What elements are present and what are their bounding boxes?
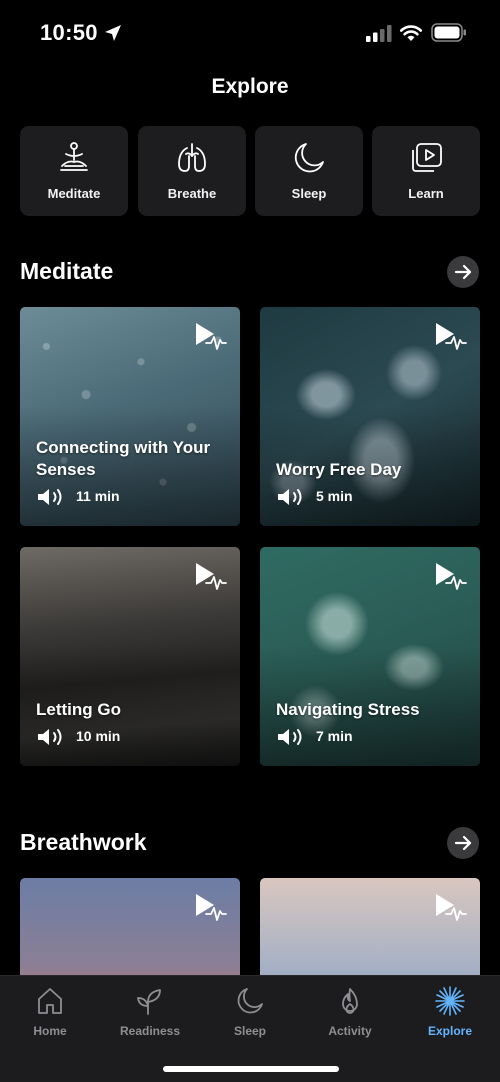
- speaker-icon: [38, 489, 62, 505]
- video-library-icon: [412, 143, 442, 172]
- sparkle-icon: [435, 986, 465, 1016]
- card-duration: 7 min: [316, 728, 353, 744]
- play-audio-icon: [436, 894, 467, 921]
- meditate-see-all-button[interactable]: [447, 256, 479, 288]
- lungs-icon: [178, 143, 206, 172]
- tab-home[interactable]: Home: [0, 984, 100, 1048]
- section-title-breathwork: Breathwork: [20, 829, 147, 855]
- card-title: Letting Go: [36, 700, 121, 719]
- cellular-signal-icon: [366, 25, 392, 42]
- category-breathe[interactable]: Breathe: [138, 126, 246, 216]
- tab-label: Sleep: [233, 1024, 266, 1038]
- moon-icon: [294, 143, 324, 173]
- moon-icon: [237, 988, 263, 1014]
- card-title: Worry Free Day: [276, 460, 402, 479]
- location-arrow-icon: [105, 25, 121, 41]
- category-label: Meditate: [47, 186, 101, 201]
- battery-icon: [431, 23, 466, 42]
- category-meditate[interactable]: Meditate: [20, 126, 128, 216]
- play-audio-icon: [436, 323, 467, 350]
- tab-label: Home: [33, 1024, 67, 1038]
- category-label: Learn: [408, 186, 444, 201]
- meditation-card[interactable]: Navigating Stress 7 min: [260, 547, 480, 766]
- speaker-icon: [278, 729, 302, 745]
- tab-activity[interactable]: Activity: [300, 984, 400, 1048]
- tab-label: Explore: [427, 1024, 472, 1038]
- tab-label: Activity: [328, 1024, 372, 1038]
- meditate-icon: [60, 142, 88, 171]
- status-time: 10:50: [40, 20, 98, 45]
- card-title: Navigating Stress: [276, 700, 420, 719]
- speaker-icon: [38, 729, 62, 745]
- tab-explore[interactable]: Explore: [400, 984, 500, 1048]
- play-audio-icon: [196, 323, 227, 350]
- tab-sleep[interactable]: Sleep: [200, 984, 300, 1048]
- page-title: Explore: [211, 75, 289, 98]
- card-duration: 10 min: [76, 728, 121, 744]
- sprout-icon: [137, 989, 161, 1015]
- meditation-card[interactable]: Worry Free Day 5 min: [260, 307, 480, 526]
- section-title-meditate: Meditate: [20, 258, 114, 284]
- arrow-right-icon: [454, 835, 472, 851]
- flame-icon: [342, 988, 358, 1014]
- breathwork-see-all-button[interactable]: [447, 827, 479, 859]
- wifi-icon: [399, 25, 423, 41]
- meditation-card[interactable]: Letting Go 10 min: [20, 547, 240, 766]
- card-duration: 5 min: [316, 488, 353, 504]
- home-icon: [38, 988, 62, 1014]
- category-row: Meditate Breathe Sleep Learn: [20, 126, 480, 216]
- arrow-right-icon: [454, 264, 472, 280]
- category-sleep[interactable]: Sleep: [255, 126, 363, 216]
- category-learn[interactable]: Learn: [372, 126, 480, 216]
- home-indicator: [163, 1066, 339, 1072]
- speaker-icon: [278, 489, 302, 505]
- status-bar: 10:50: [0, 0, 500, 64]
- play-audio-icon: [196, 894, 227, 921]
- tab-readiness[interactable]: Readiness: [100, 984, 200, 1048]
- card-title: Connecting with Your Senses: [36, 438, 211, 479]
- category-label: Breathe: [167, 186, 217, 201]
- category-label: Sleep: [291, 186, 327, 201]
- play-audio-icon: [436, 563, 467, 590]
- meditation-card[interactable]: Connecting with Your Senses 11 min: [20, 307, 240, 526]
- tab-label: Readiness: [119, 1024, 181, 1038]
- play-audio-icon: [196, 563, 227, 590]
- card-duration: 11 min: [76, 488, 120, 504]
